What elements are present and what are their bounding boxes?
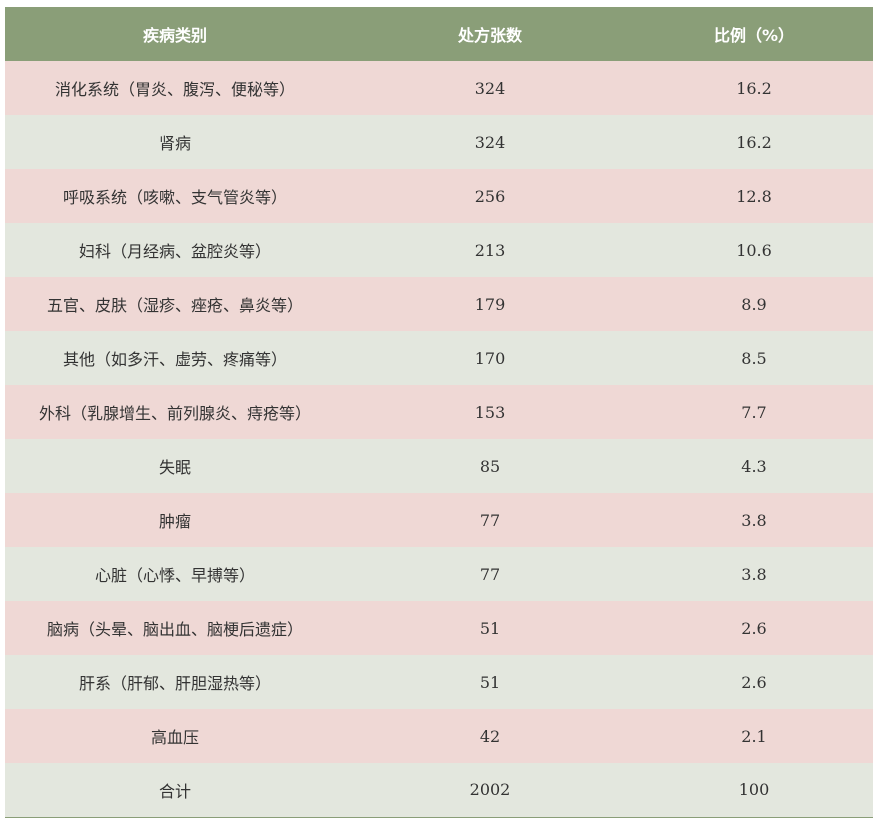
- table-body: 消化系统（胃炎、腹泻、便秘等） 324 16.2 肾病 324 16.2 呼吸系…: [5, 61, 873, 817]
- cell-percent: 4.3: [741, 456, 767, 476]
- table-row-total: 合计 2002 100: [5, 763, 873, 817]
- cell-category: 心脏（心悸、早搏等）: [94, 566, 255, 585]
- cell-category: 高血压: [150, 728, 199, 747]
- cell-category: 外科（乳腺增生、前列腺炎、痔疮等）: [38, 404, 311, 423]
- cell-percent: 12.8: [736, 186, 772, 206]
- header-row: 疾病类别 处方张数 比例（%）: [5, 7, 873, 61]
- cell-percent: 7.7: [741, 402, 767, 422]
- table-row: 肿瘤 77 3.8: [5, 493, 873, 547]
- header-disease-category: 疾病类别: [142, 26, 207, 45]
- data-table-container: 疾病类别 处方张数 比例（%） 消化系统（胃炎、腹泻、便秘等） 324 16.2…: [5, 7, 873, 818]
- cell-category: 五官、皮肤（湿疹、痤疮、鼻炎等）: [46, 296, 303, 315]
- table-row: 脑病（头晕、脑出血、脑梗后遗症） 51 2.6: [5, 601, 873, 655]
- cell-category: 肝系（肝郁、肝胆湿热等）: [78, 674, 271, 693]
- cell-count: 85: [479, 456, 501, 476]
- cell-count: 51: [479, 672, 501, 692]
- cell-count: 324: [474, 132, 506, 152]
- cell-count: 170: [474, 348, 506, 368]
- cell-category: 失眠: [158, 458, 191, 477]
- table-row: 高血压 42 2.1: [5, 709, 873, 763]
- cell-percent: 8.5: [741, 348, 767, 368]
- cell-category: 其他（如多汗、虚劳、疼痛等）: [62, 350, 287, 369]
- cell-category: 脑病（头晕、脑出血、脑梗后遗症）: [46, 620, 303, 639]
- cell-category: 肾病: [158, 134, 191, 153]
- cell-percent: 8.9: [741, 294, 767, 314]
- cell-category: 妇科（月经病、盆腔炎等）: [78, 242, 271, 261]
- cell-count: 324: [474, 78, 506, 98]
- cell-count: 2002: [469, 780, 511, 800]
- cell-category: 合计: [158, 781, 191, 801]
- table-row: 呼吸系统（咳嗽、支气管炎等） 256 12.8: [5, 169, 873, 223]
- table-row: 消化系统（胃炎、腹泻、便秘等） 324 16.2: [5, 61, 873, 115]
- table-row: 失眠 85 4.3: [5, 439, 873, 493]
- cell-count: 51: [479, 618, 501, 638]
- cell-percent: 2.1: [741, 726, 767, 746]
- table-row: 五官、皮肤（湿疹、痤疮、鼻炎等） 179 8.9: [5, 277, 873, 331]
- header-percentage: 比例（%）: [713, 26, 795, 45]
- cell-percent: 3.8: [741, 510, 767, 530]
- cell-percent: 3.8: [741, 564, 767, 584]
- table-header: 疾病类别 处方张数 比例（%）: [5, 7, 873, 61]
- cell-percent: 16.2: [736, 132, 772, 152]
- cell-count: 42: [479, 726, 501, 746]
- cell-percent: 2.6: [741, 618, 767, 638]
- table-row: 妇科（月经病、盆腔炎等） 213 10.6: [5, 223, 873, 277]
- table-row: 肝系（肝郁、肝胆湿热等） 51 2.6: [5, 655, 873, 709]
- table-row: 外科（乳腺增生、前列腺炎、痔疮等） 153 7.7: [5, 385, 873, 439]
- table-row: 其他（如多汗、虚劳、疼痛等） 170 8.5: [5, 331, 873, 385]
- cell-percent: 16.2: [736, 78, 772, 98]
- cell-count: 213: [474, 240, 506, 260]
- cell-category: 呼吸系统（咳嗽、支气管炎等）: [62, 188, 287, 207]
- cell-count: 77: [479, 510, 501, 530]
- cell-count: 256: [474, 186, 506, 206]
- cell-percent: 2.6: [741, 672, 767, 692]
- header-prescription-count: 处方张数: [457, 26, 522, 45]
- table-row: 心脏（心悸、早搏等） 77 3.8: [5, 547, 873, 601]
- cell-percent: 100: [738, 780, 770, 800]
- disease-prescription-table: 疾病类别 处方张数 比例（%） 消化系统（胃炎、腹泻、便秘等） 324 16.2…: [5, 7, 873, 818]
- cell-category: 消化系统（胃炎、腹泻、便秘等）: [54, 80, 295, 99]
- cell-count: 153: [474, 402, 506, 422]
- cell-count: 179: [474, 294, 506, 314]
- cell-count: 77: [479, 564, 501, 584]
- cell-category: 肿瘤: [158, 512, 191, 531]
- cell-percent: 10.6: [736, 240, 772, 260]
- table-row: 肾病 324 16.2: [5, 115, 873, 169]
